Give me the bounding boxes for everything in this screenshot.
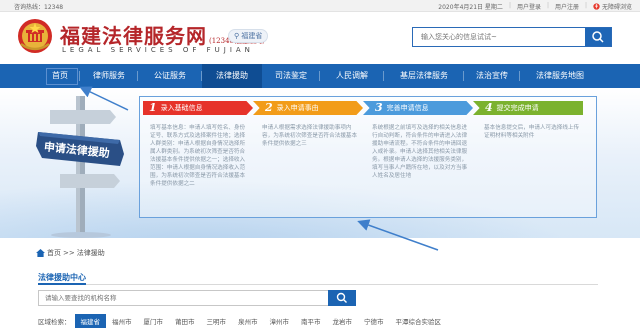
accessibility-label: 无障碍浏览 [601, 4, 632, 11]
site-search-input[interactable] [413, 28, 585, 46]
nav-legal-aid-label: 法律援助 [216, 71, 248, 80]
region-ningde[interactable]: 宁德市 [358, 314, 390, 328]
top-strip: 咨询热线：12348 2020年4月21日 星期二 | 用户登录 | 用户注册 … [0, 0, 640, 12]
site-search [412, 27, 612, 47]
step-3: 3 完善申请信息 [363, 101, 473, 115]
legal-aid-center: 法律援助中心 区域检索： 福建省 福州市 厦门市 莆田市 三明市 泉州市 漳州市… [28, 268, 618, 332]
date-text: 2020年4月21日 星期二 [438, 4, 503, 11]
step-3-number: 3 [375, 101, 383, 114]
map-pin-icon: ⚲ [234, 32, 240, 40]
location-label: 福建省 [241, 32, 263, 40]
location-selector[interactable]: ⚲ 福建省 [228, 29, 269, 43]
home-highlight-box [46, 68, 78, 85]
accessibility-icon [593, 3, 600, 10]
nav-grassroots[interactable]: 基层法律服务 [384, 64, 464, 88]
org-search-button[interactable] [328, 290, 356, 306]
search-icon [592, 31, 604, 43]
nav-lawyer-label: 律师服务 [93, 71, 125, 80]
step-1-description: 填写基本信息：申请人填写姓名、身份证号、联系方式及选择案件住地；选择人群类别：申… [150, 125, 246, 187]
breadcrumb: 首页 >> 法律援助 [36, 248, 105, 258]
login-link[interactable]: 用户登录 [517, 2, 541, 11]
region-fuzhou[interactable]: 福州市 [106, 314, 138, 328]
region-longyan[interactable]: 龙岩市 [327, 314, 359, 328]
nav-notary-label: 公证服务 [154, 71, 186, 80]
step-1: 1 录入基础信息 [143, 101, 253, 115]
step-1-number: 1 [149, 101, 157, 114]
step-2-description: 申请人根据需求选择法律援助事项内容，为系统初次筛查是否符合法援基本条件提供依据之… [262, 125, 358, 147]
process-steps: 1 录入基础信息 2 录入申请事由 3 完善申请信息 4 提交完成申请 [143, 101, 583, 115]
nav-publicity[interactable]: 法治宣传 [464, 64, 520, 88]
center-title: 法律援助中心 [38, 273, 86, 282]
step-2-number: 2 [265, 101, 273, 114]
nav-lawyer[interactable]: 律师服务 [80, 64, 138, 88]
site-english-name: LEGAL SERVICES OF FUJIAN [62, 46, 254, 54]
nav-mediation-label: 人民调解 [336, 71, 368, 80]
region-filter-label: 区域检索： [38, 318, 71, 326]
breadcrumb-home[interactable]: 首页 [47, 248, 61, 258]
region-nanping[interactable]: 南平市 [295, 314, 327, 328]
nav-forensic[interactable]: 司法鉴定 [262, 64, 320, 88]
step-4-description: 基本信息提交后，申请人可选择线上传证明材料等相关附件 [484, 125, 580, 139]
region-fujian[interactable]: 福建省 [74, 314, 106, 328]
region-putian[interactable]: 莆田市 [169, 314, 201, 328]
accessibility-link[interactable]: 无障碍浏览 [593, 2, 632, 11]
region-filter: 区域检索： 福建省 福州市 厦门市 莆田市 三明市 泉州市 漳州市 南平市 龙岩… [38, 314, 447, 328]
national-emblem-icon [18, 19, 52, 53]
site-title-text: 福建法律服务网 [60, 24, 207, 48]
step-4-label: 提交完成申请 [496, 104, 539, 112]
region-quanzhou[interactable]: 泉州市 [232, 314, 264, 328]
org-search-input[interactable] [39, 291, 329, 305]
search-icon [336, 292, 347, 303]
nav-publicity-label: 法治宣传 [476, 71, 508, 80]
step-4: 4 提交完成申请 [473, 101, 583, 115]
hotline-text: 咨询热线：12348 [14, 4, 64, 11]
breadcrumb-current: 法律援助 [76, 249, 105, 257]
nav-legal-aid[interactable]: 法律援助 [202, 64, 262, 88]
site-search-button[interactable] [585, 28, 611, 46]
nav-mediation[interactable]: 人民调解 [320, 64, 384, 88]
home-icon [36, 249, 45, 257]
top-links: 2020年4月21日 星期二 | 用户登录 | 用户注册 | 无障碍浏览 [438, 2, 632, 11]
step-1-label: 录入基础信息 [160, 104, 203, 112]
site-header: 福建法律服务网(12348福建法网) LEGAL SERVICES OF FUJ… [0, 12, 640, 64]
step-3-description: 系统根据之前填写及选择的相关信息进行自动判断，符合条件的申请进入法律援助申请流程… [372, 125, 468, 179]
nav-forensic-label: 司法鉴定 [275, 71, 307, 80]
nav-service-map[interactable]: 法律服务地图 [520, 64, 600, 88]
region-xiamen[interactable]: 厦门市 [138, 314, 170, 328]
org-search [38, 290, 356, 306]
step-2-label: 录入申请事由 [276, 104, 319, 112]
register-link[interactable]: 用户注册 [555, 2, 579, 11]
step-3-label: 完善申请信息 [386, 104, 429, 112]
main-nav: 首页 律师服务 公证服务 法律援助 司法鉴定 人民调解 基层法律服务 法治宣传 … [0, 64, 640, 88]
nav-notary[interactable]: 公证服务 [138, 64, 202, 88]
step-4-number: 4 [485, 101, 493, 114]
region-zhangzhou[interactable]: 漳州市 [264, 314, 296, 328]
nav-service-map-label: 法律服务地图 [536, 71, 584, 80]
region-pingtan[interactable]: 平潭综合实验区 [390, 314, 448, 328]
breadcrumb-separator: >> [63, 249, 75, 257]
step-2: 2 录入申请事由 [253, 101, 363, 115]
signpost-illustration: 申请法律援助 [36, 96, 124, 238]
region-sanming[interactable]: 三明市 [201, 314, 233, 328]
nav-grassroots-label: 基层法律服务 [400, 71, 448, 80]
